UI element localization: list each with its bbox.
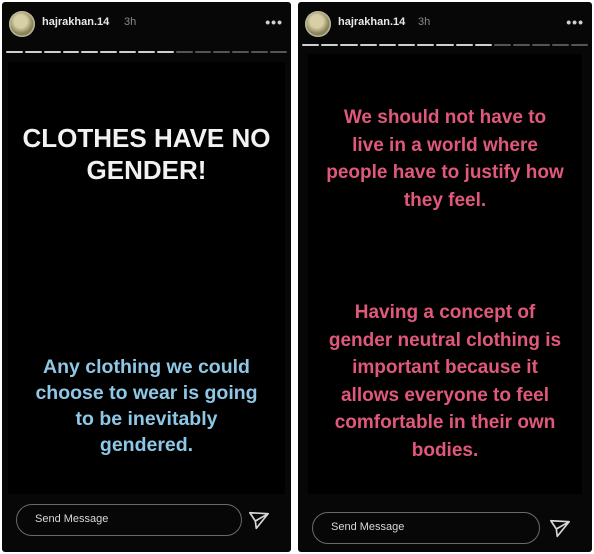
avatar[interactable]	[305, 11, 331, 37]
progress-segment	[532, 44, 550, 46]
progress-segment	[417, 44, 435, 46]
progress-segment	[232, 51, 250, 53]
avatar[interactable]	[9, 11, 35, 37]
progress-segment	[138, 51, 155, 53]
progress-segment	[398, 44, 416, 46]
progress-segment	[119, 51, 137, 53]
story-panel-left: hajrakhan.14 3h ••• CLOTHES HAVE NO GEND…	[2, 2, 291, 552]
story-caption: Any clothing we could choose to wear is …	[35, 356, 258, 456]
progress-segment	[378, 44, 397, 46]
progress-segment	[455, 44, 473, 46]
username[interactable]: hajrakhan.14	[42, 16, 109, 28]
progress-segment	[6, 51, 23, 53]
paper-plane-icon[interactable]	[549, 518, 571, 540]
paper-plane-icon[interactable]	[248, 510, 270, 532]
story-header: hajrakhan.14 3h •••	[298, 8, 592, 40]
story-progress-bar	[6, 51, 287, 54]
more-options-icon[interactable]: •••	[566, 14, 584, 30]
progress-segment	[570, 44, 589, 46]
story-content[interactable]: CLOTHES HAVE NO GENDER! Any clothing we …	[8, 62, 285, 494]
progress-segment	[302, 44, 320, 46]
story-progress-bar	[302, 44, 589, 47]
send-message-placeholder: Send Message	[35, 513, 109, 525]
progress-segment	[81, 51, 99, 53]
progress-segment	[213, 51, 231, 53]
story-paragraph-1: We should not have to live in a world wh…	[326, 107, 564, 211]
progress-segment	[474, 44, 493, 46]
story-paragraph-2: Having a concept of gender neutral cloth…	[328, 302, 562, 461]
progress-segment	[359, 44, 377, 46]
send-message-input[interactable]: Send Message	[16, 504, 242, 536]
progress-segment	[175, 51, 193, 53]
progress-segment	[194, 51, 212, 53]
progress-segment	[340, 44, 358, 46]
username[interactable]: hajrakhan.14	[338, 16, 405, 28]
progress-segment	[321, 44, 339, 46]
progress-segment	[156, 51, 174, 53]
progress-segment	[494, 44, 512, 46]
send-message-placeholder: Send Message	[331, 521, 405, 533]
post-time: 3h	[418, 16, 431, 28]
progress-segment	[513, 44, 531, 46]
progress-segment	[551, 44, 569, 46]
more-options-icon[interactable]: •••	[265, 14, 283, 30]
progress-segment	[62, 51, 80, 53]
story-header: hajrakhan.14 3h •••	[2, 8, 291, 40]
story-headline: CLOTHES HAVE NO GENDER!	[22, 123, 271, 185]
post-time: 3h	[124, 16, 137, 28]
progress-segment	[43, 51, 61, 53]
progress-segment	[100, 51, 118, 53]
story-content[interactable]: We should not have to live in a world wh…	[308, 54, 582, 494]
progress-segment	[436, 44, 454, 46]
progress-segment	[251, 51, 269, 53]
story-panel-right: hajrakhan.14 3h ••• We should not have t…	[298, 2, 592, 552]
progress-segment	[270, 51, 287, 53]
progress-segment	[24, 51, 42, 53]
send-message-input[interactable]: Send Message	[312, 512, 540, 544]
